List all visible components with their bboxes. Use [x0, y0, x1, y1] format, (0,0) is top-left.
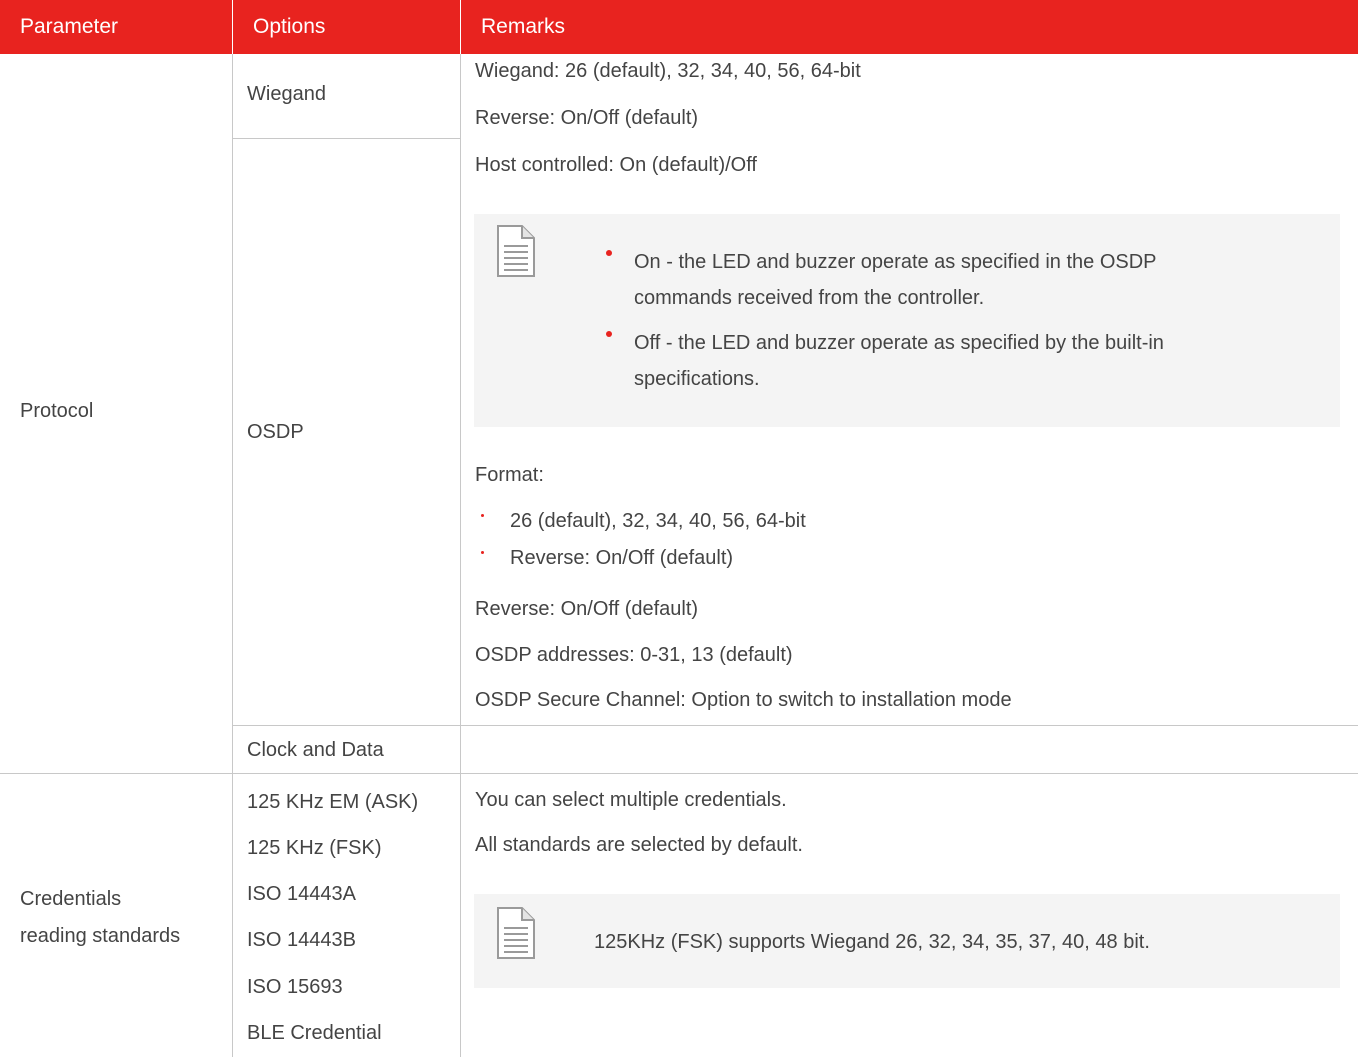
bullet: [606, 331, 612, 337]
parameter-protocol: Protocol: [20, 400, 94, 422]
document-note-icon: [497, 907, 535, 959]
note-item-off-cont: specifications.: [634, 368, 760, 390]
option-credential: ISO 14443A: [247, 883, 356, 905]
remark-wiegand-reverse: Reverse: On/Off (default): [475, 107, 699, 129]
parameter-credentials: Credentials: [20, 888, 122, 910]
header-options: Options: [233, 0, 460, 54]
note-item-on-cont: commands received from the controller.: [634, 287, 985, 309]
remark-default-standards: All standards are selected by default.: [475, 834, 803, 856]
column-divider: [232, 54, 233, 1057]
note-item-on: On - the LED and buzzer operate as speci…: [634, 251, 1157, 273]
option-osdp: OSDP: [247, 421, 304, 443]
column-divider: [460, 54, 461, 1057]
option-credential: 125 KHz (FSK): [247, 837, 382, 859]
option-clock-and-data: Clock and Data: [247, 739, 384, 761]
remark-osdp-secure-channel: OSDP Secure Channel: Option to switch to…: [475, 689, 1012, 711]
note-box: On - the LED and buzzer operate as speci…: [474, 214, 1340, 427]
document-note-icon: [497, 225, 535, 277]
row-divider: [233, 138, 461, 139]
remark-host-controlled: Host controlled: On (default)/Off: [475, 154, 757, 176]
bullet: [606, 250, 612, 256]
remark-multiple-credentials: You can select multiple credentials.: [475, 789, 787, 811]
option-credential: ISO 15693: [247, 976, 343, 998]
option-credential: BLE Credential: [247, 1022, 382, 1044]
option-credential: 125 KHz EM (ASK): [247, 791, 419, 813]
note-box: 125KHz (FSK) supports Wiegand 26, 32, 34…: [474, 894, 1340, 988]
remark-osdp-addresses: OSDP addresses: 0-31, 13 (default): [475, 644, 793, 666]
header-remarks: Remarks: [461, 0, 1358, 54]
note-fsk-support: 125KHz (FSK) supports Wiegand 26, 32, 34…: [594, 931, 1150, 953]
format-item-bits: 26 (default), 32, 34, 40, 56, 64-bit: [510, 510, 806, 532]
row-divider: [461, 725, 1358, 726]
option-wiegand: Wiegand: [247, 83, 326, 105]
format-item-reverse: Reverse: On/Off (default): [510, 547, 734, 569]
remark-wiegand-format: Wiegand: 26 (default), 32, 34, 40, 56, 6…: [475, 60, 861, 82]
parameter-credentials-cont: reading standards: [20, 925, 181, 947]
header-divider: [232, 0, 233, 54]
bullet: [481, 551, 484, 554]
header-parameter: Parameter: [0, 0, 232, 54]
row-divider: [0, 773, 1358, 774]
format-label: Format:: [475, 464, 544, 486]
row-divider: [233, 725, 461, 726]
remark-osdp-reverse: Reverse: On/Off (default): [475, 598, 699, 620]
option-credential: ISO 14443B: [247, 929, 356, 951]
header-divider: [460, 0, 461, 54]
note-item-off: Off - the LED and buzzer operate as spec…: [634, 332, 1164, 354]
spec-table: Parameter Options Remarks Protocol Wiega…: [0, 0, 1358, 1057]
bullet: [481, 514, 484, 517]
